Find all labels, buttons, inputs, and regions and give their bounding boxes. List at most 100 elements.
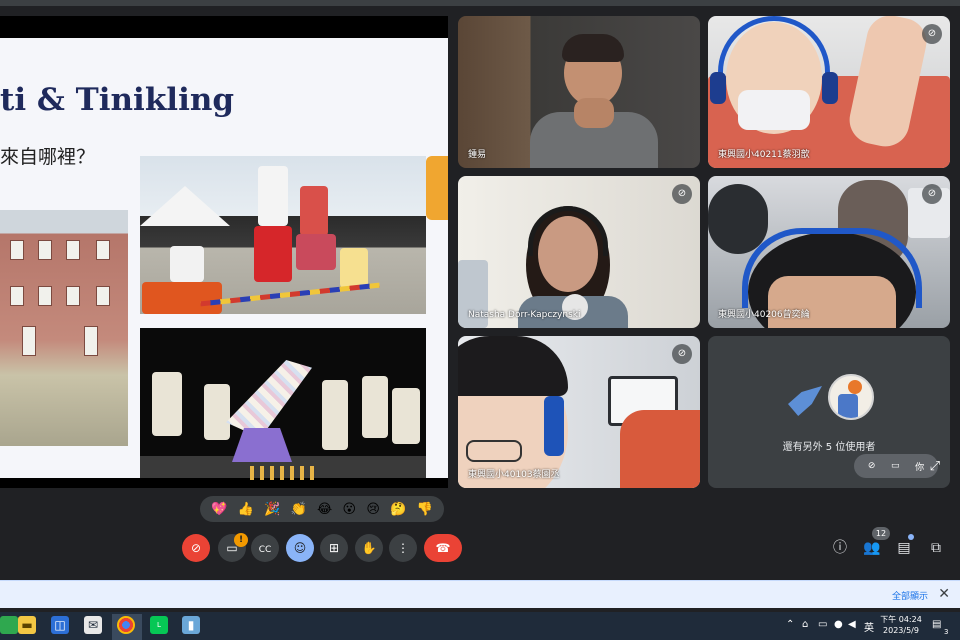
captions-icon: CC (258, 545, 272, 555)
reaction-party[interactable]: 🎉 (264, 503, 280, 516)
mic-off-icon: ⊘ (672, 344, 692, 364)
people-button[interactable]: 👥 (862, 538, 882, 558)
self-view-bar[interactable]: ⊘ ▭ 你 (854, 454, 938, 478)
reaction-heart[interactable]: 💖 (211, 503, 227, 516)
top-strip (0, 0, 960, 6)
app-icon[interactable] (0, 616, 18, 634)
self-label: 你 (915, 462, 925, 473)
app-icon[interactable]: ▮ (182, 616, 200, 634)
mic-off-icon[interactable]: ⊘ (868, 461, 876, 471)
reactions-bar: 💖 👍 🎉 👏 😂 😮 😢 🤔 👎 (200, 496, 444, 522)
camera-icon[interactable]: ▭ (891, 461, 900, 471)
emoji-icon: ☺ (293, 541, 307, 555)
notification-bar: 全部顯示 ✕ (0, 580, 960, 608)
participant-name: 東興國小40206曾奕綸 (718, 310, 810, 320)
info-icon: ⓘ (833, 540, 847, 556)
building-photo (0, 210, 128, 446)
camera-warning-badge: ! (234, 533, 248, 547)
clock[interactable]: 下午 04:24 2023/5/9 (878, 614, 924, 636)
mail-icon[interactable]: ✉ (84, 616, 102, 634)
other-participants-tile[interactable]: 還有另外 5 位使用者 ⊘ ▭ 你 ⤢ (708, 336, 950, 488)
file-explorer-icon[interactable]: ▬ (18, 616, 36, 634)
reaction-surprised[interactable]: 😮 (343, 503, 357, 516)
reactions-button[interactable]: ☺ (286, 534, 314, 562)
reaction-clap[interactable]: 👏 (291, 503, 307, 516)
present-icon: ⊞ (328, 541, 340, 555)
presentation-tile[interactable]: ti & Tinikling 來自哪裡？ (0, 16, 448, 488)
chevron-up-icon[interactable]: ⌃ (786, 619, 794, 630)
chat-icon: ▤ (897, 540, 911, 556)
glasses (466, 440, 522, 462)
participant-hair (562, 34, 624, 62)
mic-off-icon: ⊘ (190, 541, 202, 555)
mic-off-icon: ⊘ (922, 184, 942, 204)
network-icon[interactable]: ⌂ (802, 619, 808, 630)
show-all-link[interactable]: 全部顯示 (892, 589, 928, 602)
participant-hair (458, 336, 568, 396)
slide-accent-tab (426, 156, 448, 220)
mic-off-icon: ⊘ (922, 24, 942, 44)
presentation-slide: ti & Tinikling 來自哪裡？ (0, 38, 448, 478)
expand-icon[interactable]: ⤢ (930, 459, 940, 474)
activities-button[interactable]: ⧉ (926, 538, 946, 558)
participant-tile[interactable]: 鍾易 (458, 16, 700, 168)
chat-button[interactable]: ▤ (894, 538, 914, 558)
slide-title: ti & Tinikling (0, 82, 235, 118)
windows-taskbar (0, 612, 960, 640)
notification-center-icon[interactable]: ▤ (932, 619, 941, 630)
hand-icon: ✋ (361, 541, 377, 555)
volume-icon[interactable]: ◀ (848, 619, 856, 630)
slide-subtitle: 來自哪裡？ (0, 146, 96, 168)
headset-icon (544, 396, 564, 456)
leave-call-button[interactable]: ☎ (424, 534, 462, 562)
slide-bottom-decoration (250, 466, 320, 480)
reaction-thumbs-down[interactable]: 👎 (417, 503, 433, 516)
more-options-button[interactable]: ⋮ (389, 534, 417, 562)
meeting-info-button[interactable]: ⓘ (830, 538, 850, 558)
ime-indicator[interactable]: 英 (864, 619, 874, 634)
hang-up-icon: ☎ (435, 541, 451, 555)
meet-window: ti & Tinikling 來自哪裡？ 鍾易 ⊘ 東興國小40211蔡羽歆 ⊘… (0, 0, 960, 640)
participant-shirt (620, 410, 700, 488)
face-mask (738, 90, 810, 130)
line-icon[interactable]: L (150, 616, 168, 634)
chat-unread-dot (908, 534, 914, 540)
raise-hand-button[interactable]: ✋ (355, 534, 383, 562)
clock-time: 下午 04:24 (880, 615, 922, 624)
participant-name: 鍾易 (468, 150, 487, 160)
more-vert-icon: ⋮ (397, 541, 409, 555)
reaction-sad[interactable]: 😢 (366, 503, 380, 516)
chrome-icon[interactable] (117, 616, 135, 634)
avatar (828, 374, 874, 420)
headset-icon (742, 228, 922, 308)
mic-off-icon: ⊘ (672, 184, 692, 204)
reaction-laugh[interactable]: 😂 (317, 503, 332, 516)
reaction-thumbs-up[interactable]: 👍 (238, 503, 254, 516)
clock-date: 2023/5/9 (883, 626, 919, 635)
participant-tile[interactable]: ⊘ 東興國小40206曾奕綸 (708, 176, 950, 328)
store-icon[interactable]: ◫ (51, 616, 69, 634)
notification-count: 3 (944, 628, 949, 636)
reaction-thinking[interactable]: 🤔 (390, 503, 406, 516)
avatar (788, 386, 822, 416)
tinikling-festival-photo (140, 156, 426, 314)
participant-tile[interactable]: ⊘ Natasha Dorr-Kapczynski (458, 176, 700, 328)
participant-name: 東興國小40211蔡羽歆 (718, 150, 810, 160)
display-icon[interactable]: ▭ (818, 619, 827, 630)
participant-tile[interactable]: ⊘ 東興國小40211蔡羽歆 (708, 16, 950, 168)
participant-name: Natasha Dorr-Kapczynski (468, 310, 581, 320)
tinikling-stage-photo (140, 328, 426, 478)
headset-icon (718, 16, 830, 76)
captions-button[interactable]: CC (251, 534, 279, 562)
mic-toggle-button[interactable]: ⊘ (182, 534, 210, 562)
microphone-icon[interactable]: ● (834, 619, 843, 630)
participant-hand (574, 98, 614, 128)
present-button[interactable]: ⊞ (320, 534, 348, 562)
close-icon[interactable]: ✕ (938, 586, 950, 602)
participant-name: 東興國小40103蔡園丞 (468, 470, 560, 480)
headset-icon (528, 206, 608, 256)
participant-tile[interactable]: ⊘ 東興國小40103蔡園丞 (458, 336, 700, 488)
others-avatars (788, 374, 874, 428)
people-icon: 👥 (863, 540, 881, 556)
activities-icon: ⧉ (931, 540, 941, 556)
